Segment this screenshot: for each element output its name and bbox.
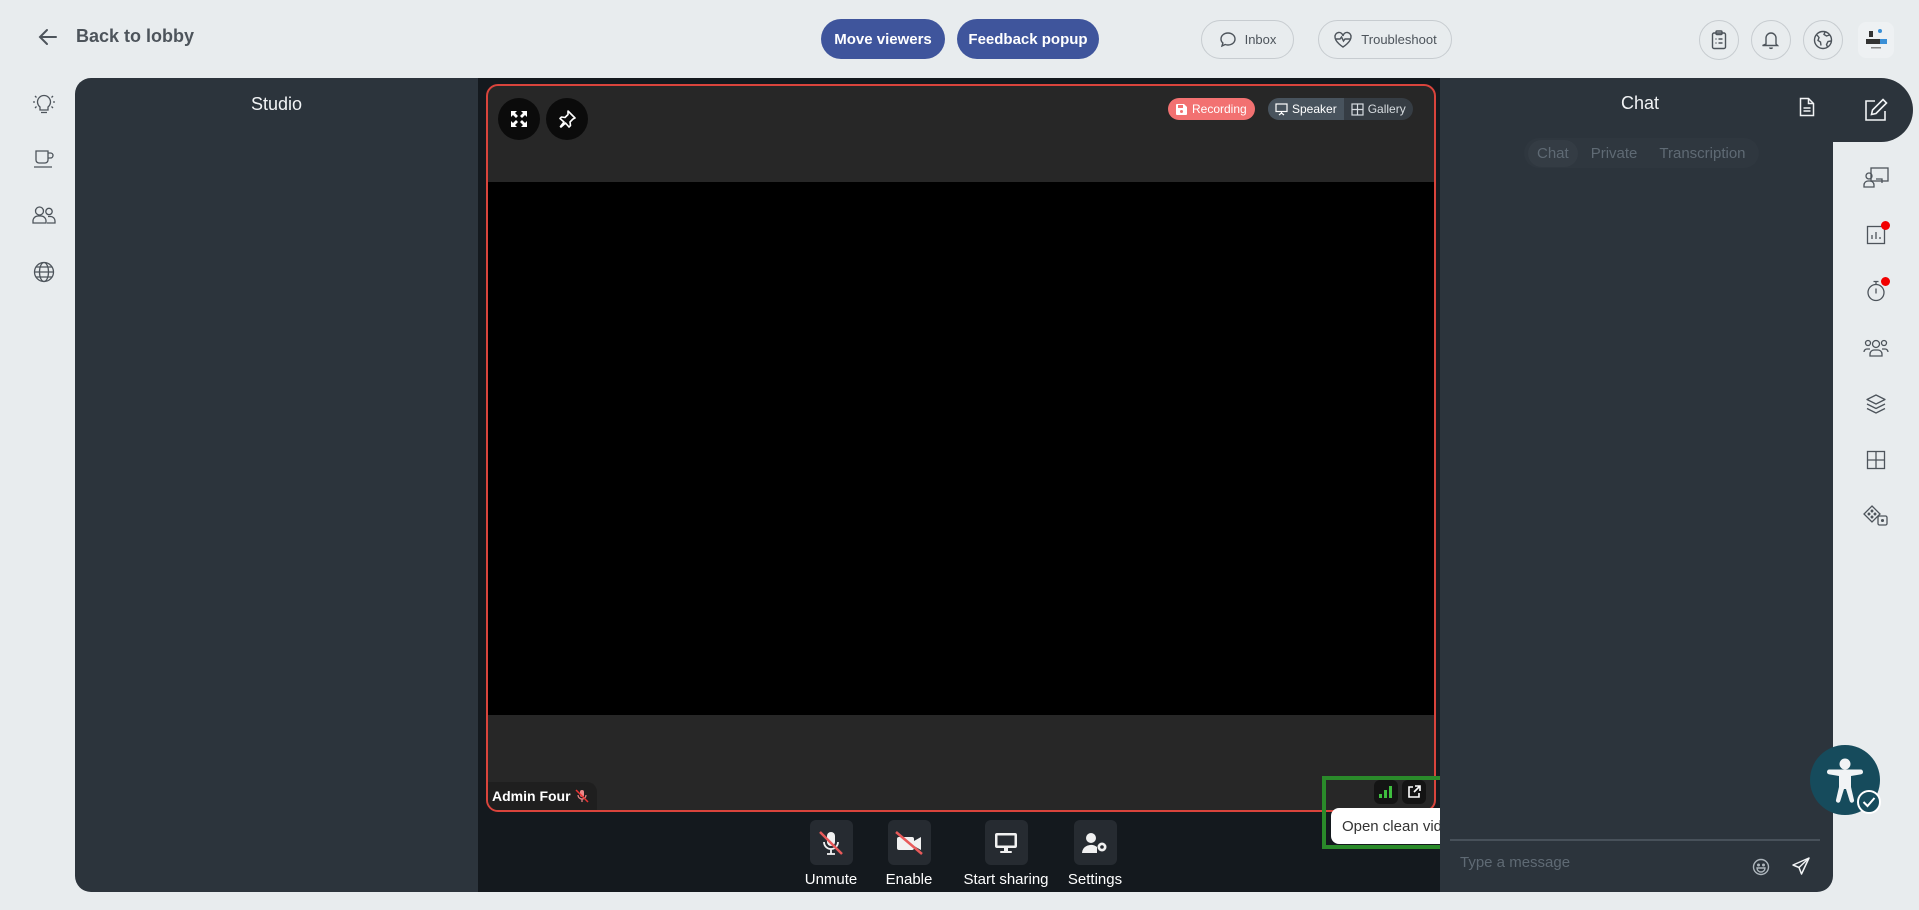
pin-button[interactable] (546, 98, 588, 140)
heart-pulse-icon (1333, 31, 1353, 49)
emoji-icon (1752, 858, 1770, 876)
view-gallery-label: Gallery (1367, 102, 1406, 116)
mic-off-icon (816, 828, 846, 858)
studio-title: Studio (250, 94, 303, 114)
view-speaker-button[interactable]: Speaker (1268, 98, 1344, 120)
layers-icon (1865, 393, 1887, 415)
pin-icon (558, 110, 576, 128)
unmute-label: Unmute (804, 871, 858, 888)
video-feed (488, 182, 1434, 715)
enable-label: Enable (885, 871, 933, 888)
view-speaker-label: Speaker (1292, 102, 1337, 116)
group-icon (1863, 338, 1889, 358)
recording-badge: Recording (1168, 98, 1255, 120)
settings-label: Settings (1067, 871, 1123, 888)
presenter-icon (1863, 167, 1889, 189)
participant-name-tag: Admin Four (488, 782, 597, 810)
troubleshoot-label: Troubleshoot (1361, 32, 1437, 47)
recording-label: Recording (1192, 102, 1247, 116)
side-item-timer[interactable] (1860, 275, 1892, 307)
arrow-left-icon (38, 28, 58, 46)
bell-icon (1762, 30, 1780, 50)
tab-transcription[interactable]: Transcription (1650, 140, 1754, 167)
clipboard-button[interactable] (1699, 20, 1739, 60)
start-sharing-button[interactable]: Start sharing (954, 820, 1058, 888)
enable-camera-button[interactable]: Enable (874, 820, 944, 888)
chat-tabs: Chat Private Transcription (1524, 138, 1759, 168)
inbox-label: Inbox (1244, 32, 1277, 47)
chat-bubble-icon (1219, 31, 1237, 49)
side-item-games[interactable] (1860, 500, 1892, 532)
camera-off-icon (893, 828, 925, 858)
send-message-button[interactable] (1792, 857, 1810, 875)
expand-arrows-icon (510, 110, 528, 128)
paper-plane-icon (1792, 857, 1810, 875)
users-icon (31, 205, 57, 225)
grid-layout-icon (1866, 450, 1886, 470)
edit-icon (1864, 98, 1888, 122)
move-viewers-button[interactable]: Move viewers (821, 19, 945, 59)
coffee-cup-icon (32, 149, 56, 169)
side-item-edit[interactable] (1860, 94, 1892, 126)
tab-private[interactable]: Private (1582, 140, 1647, 167)
video-tile[interactable]: Recording Speaker Gallery Admin Four (486, 84, 1436, 812)
rail-item-people[interactable] (28, 199, 60, 231)
checkmark-icon (1862, 796, 1876, 808)
start-sharing-label: Start sharing (963, 871, 1049, 888)
side-item-layers[interactable] (1860, 388, 1892, 420)
studio-panel (75, 78, 478, 892)
polls-badge (1881, 221, 1890, 230)
globe-icon (33, 261, 55, 283)
monitor-icon (994, 832, 1018, 854)
rail-item-web[interactable] (28, 256, 60, 288)
user-avatar[interactable] (1858, 22, 1894, 58)
chat-divider (1450, 839, 1820, 841)
participant-name: Admin Four (492, 788, 571, 804)
save-disk-icon (1176, 103, 1187, 115)
earth-icon (1813, 30, 1833, 50)
settings-button[interactable]: Settings (1060, 820, 1130, 888)
inbox-button[interactable]: Inbox (1201, 20, 1294, 59)
chat-panel (1440, 78, 1833, 892)
side-item-polls[interactable] (1860, 219, 1892, 251)
mic-muted-icon (575, 789, 589, 803)
lightbulb-icon (31, 93, 57, 115)
document-icon (1799, 97, 1815, 117)
presentation-screen-icon (1275, 102, 1288, 116)
chat-message-input[interactable] (1460, 854, 1740, 871)
back-to-lobby-label: Back to lobby (76, 26, 195, 46)
unmute-button[interactable]: Unmute (796, 820, 866, 888)
troubleshoot-button[interactable]: Troubleshoot (1318, 20, 1452, 59)
side-item-presenter[interactable] (1860, 162, 1892, 194)
rail-item-break[interactable] (28, 143, 60, 175)
side-item-layout[interactable] (1860, 444, 1892, 476)
chat-notes-button[interactable] (1799, 97, 1815, 117)
tab-chat[interactable]: Chat (1528, 139, 1578, 167)
chat-title: Chat (1620, 93, 1660, 113)
dice-icon (1863, 505, 1889, 527)
rail-item-ideas[interactable] (28, 88, 60, 120)
language-button[interactable] (1803, 20, 1843, 60)
emoji-button[interactable] (1752, 858, 1770, 876)
grid-icon (1351, 102, 1364, 116)
notifications-button[interactable] (1751, 20, 1791, 60)
back-to-lobby-link[interactable]: Back to lobby (38, 26, 194, 47)
timer-badge (1881, 277, 1890, 286)
accessibility-check-badge (1857, 790, 1881, 814)
fullscreen-button[interactable] (498, 98, 540, 140)
user-gear-icon (1082, 832, 1108, 854)
clipboard-list-icon (1711, 30, 1727, 50)
feedback-popup-button[interactable]: Feedback popup (957, 19, 1099, 59)
view-gallery-button[interactable]: Gallery (1344, 98, 1413, 120)
side-item-groups[interactable] (1860, 332, 1892, 364)
view-mode-toggle: Speaker Gallery (1268, 98, 1413, 120)
